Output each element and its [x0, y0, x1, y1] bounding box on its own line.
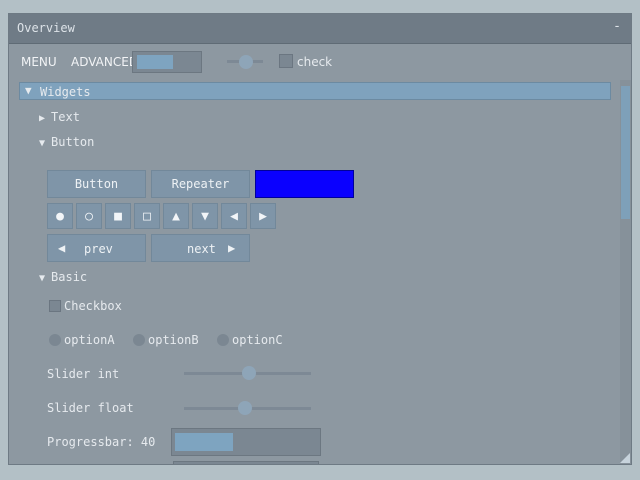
widgets-header[interactable]: ▼ Widgets [19, 82, 611, 100]
prev-button[interactable]: ◀ prev [47, 234, 146, 262]
tree-node-text-label: Text [51, 110, 80, 124]
menubar-slider-grab[interactable] [239, 55, 253, 69]
widgets-header-label: Widgets [40, 85, 91, 99]
window-content: ▼ Widgets ▶ Text ▼ Button Button Repeater … [9, 80, 619, 464]
chevron-down-icon: ▼ [39, 138, 46, 149]
slider-int-grab[interactable] [242, 366, 256, 380]
menubar: MENU ADVANCED check [9, 44, 631, 80]
circle-filled-icon: ● [56, 208, 64, 224]
button-button[interactable]: Button [47, 170, 146, 198]
menubar-checkbox[interactable] [279, 54, 293, 68]
triangle-down-icon: ▼ [201, 208, 209, 224]
next-button-label: next [187, 242, 216, 256]
triangle-left-icon: ◀ [230, 208, 238, 224]
tree-node-button-label: Button [51, 135, 95, 149]
basic-checkbox[interactable] [49, 300, 61, 312]
radio-option-b-label: optionB [148, 333, 199, 347]
square-filled-button[interactable]: ■ [105, 203, 131, 229]
triangle-left-button[interactable]: ◀ [221, 203, 247, 229]
menu-item-advanced[interactable]: ADVANCED [71, 55, 138, 69]
radio-option-b[interactable] [133, 334, 145, 346]
radio-option-a[interactable] [49, 334, 61, 346]
slider-float-label: Slider float [47, 401, 134, 415]
tree-node-basic-label: Basic [51, 270, 88, 284]
repeater-button[interactable]: Repeater [151, 170, 250, 198]
chevron-right-icon: ▶ [39, 113, 46, 124]
vertical-scrollbar-thumb[interactable] [621, 86, 630, 219]
drag-value-fill [137, 55, 173, 69]
slider-int-label: Slider int [47, 367, 120, 381]
drag-value-box[interactable] [132, 51, 202, 73]
menubar-checkbox-label: check [297, 55, 333, 69]
triangle-right-button[interactable]: ▶ [250, 203, 276, 229]
overview-window: Overview - MENU ADVANCED check ▼ Widgets… [8, 13, 632, 465]
slider-float-grab[interactable] [238, 401, 252, 415]
triangle-down-button[interactable]: ▼ [192, 203, 218, 229]
window-titlebar[interactable]: Overview - [9, 14, 631, 44]
basic-checkbox-label: Checkbox [64, 299, 122, 313]
square-outline-icon: □ [143, 208, 151, 224]
triangle-right-icon: ▶ [259, 208, 267, 224]
radio-option-a-label: optionA [64, 333, 115, 347]
chevron-down-icon: ▼ [25, 84, 32, 97]
minimize-icon[interactable]: - [613, 19, 621, 34]
circle-outline-button[interactable]: ○ [76, 203, 102, 229]
window-title: Overview [17, 21, 75, 35]
radio-option-c[interactable] [217, 334, 229, 346]
chevron-down-icon: ▼ [39, 273, 46, 284]
arrow-right-icon: ▶ [228, 241, 236, 255]
tree-node-text[interactable]: ▶ Text [39, 110, 80, 124]
prev-button-label: prev [84, 242, 113, 256]
arrow-left-icon: ◀ [58, 241, 66, 255]
tree-node-button[interactable]: ▼ Button [39, 135, 94, 149]
square-filled-icon: ■ [114, 208, 122, 224]
progressbar-fill [175, 433, 233, 451]
triangle-up-icon: ▲ [172, 208, 180, 224]
color-button[interactable] [255, 170, 354, 198]
tree-node-basic[interactable]: ▼ Basic [39, 270, 87, 284]
progressbar-label: Progressbar: 40 [47, 435, 156, 449]
circle-filled-button[interactable]: ● [47, 203, 73, 229]
resize-grip-icon[interactable] [620, 453, 630, 463]
next-button[interactable]: next ▶ [151, 234, 250, 262]
square-outline-button[interactable]: □ [134, 203, 160, 229]
triangle-up-button[interactable]: ▲ [163, 203, 189, 229]
second-bar-edge [173, 461, 319, 464]
progressbar [171, 428, 321, 456]
menu-item-menu[interactable]: MENU [21, 55, 57, 69]
circle-outline-icon: ○ [85, 208, 93, 224]
radio-option-c-label: optionC [232, 333, 283, 347]
